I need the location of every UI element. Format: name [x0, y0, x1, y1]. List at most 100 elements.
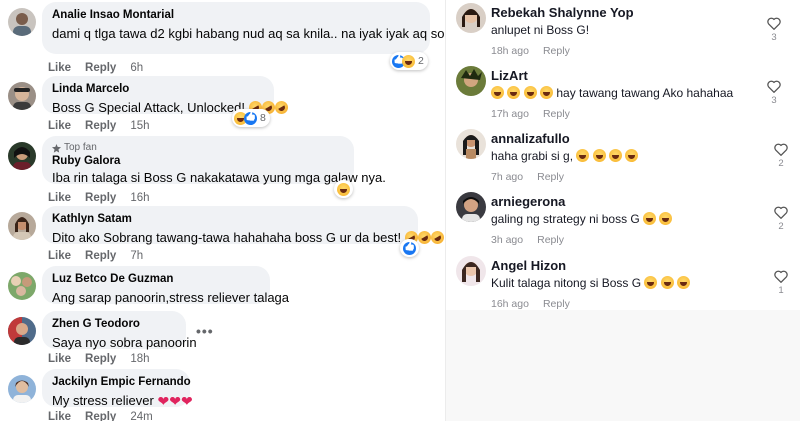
avatar[interactable]	[8, 212, 36, 240]
like-count: 2	[778, 221, 784, 232]
like-button[interactable]: Like	[48, 410, 71, 421]
haha-emoji	[576, 149, 590, 162]
comment-text: Iba rin talaga si Boss G nakakatawa yung…	[52, 170, 386, 185]
avatar[interactable]	[8, 82, 36, 110]
like-button[interactable]: Like	[48, 61, 71, 75]
reply-button[interactable]: Reply	[543, 108, 570, 120]
tiktok-heart-icon[interactable]	[774, 270, 788, 283]
reply-button[interactable]: Reply	[85, 352, 116, 366]
comment-text: anlupet ni Boss G!	[491, 23, 590, 37]
reaction-count: 8	[260, 112, 266, 124]
reaction-summary[interactable]	[400, 239, 419, 257]
comment-text: Boss G Special Attack, Unlocked!	[52, 100, 245, 115]
avatar[interactable]	[8, 142, 36, 170]
comment-actions: Like Reply 15h	[48, 119, 150, 133]
commenter-name[interactable]: Linda Marcelo	[52, 82, 264, 97]
timestamp[interactable]: 18h	[130, 352, 149, 366]
heart-emoji: ❤	[157, 393, 170, 409]
comment-text: My stress reliever	[52, 393, 154, 408]
like-control[interactable]: 2	[771, 143, 791, 169]
avatar[interactable]	[8, 8, 36, 36]
top-fan-icon	[52, 143, 61, 153]
timestamp[interactable]: 24m	[130, 410, 152, 421]
reply-button[interactable]: Reply	[537, 171, 564, 183]
reaction-summary[interactable]: 8	[232, 109, 270, 127]
avatar[interactable]	[456, 3, 486, 33]
like-count: 3	[771, 95, 777, 106]
avatar[interactable]	[456, 66, 486, 96]
commenter-name[interactable]: LizArt	[491, 68, 528, 83]
comment-bubble: Analie Insao Montarial dami q tlga tawa …	[42, 2, 654, 54]
commenter-name[interactable]: Ruby Galora	[52, 154, 344, 169]
comment-bubble: Luz Betco De Guzman Ang sarap panoorin,s…	[42, 266, 289, 305]
haha-emoji	[491, 86, 504, 99]
haha-emoji	[677, 276, 691, 289]
avatar[interactable]	[456, 256, 486, 286]
timestamp: 16h ago	[491, 298, 529, 310]
more-icon[interactable]: •••	[196, 323, 214, 339]
heart-emoji: ❤	[169, 393, 181, 409]
avatar[interactable]	[8, 317, 36, 345]
top-fan-badge: Top fan	[52, 142, 344, 154]
commenter-name[interactable]: arniegerona	[491, 194, 565, 209]
haha-emoji	[609, 149, 623, 162]
tiktok-heart-icon[interactable]	[767, 80, 781, 93]
comment-text: haha grabi si g,	[491, 149, 574, 163]
reaction-summary[interactable]: 2	[390, 52, 428, 70]
reply-button[interactable]: Reply	[537, 234, 564, 246]
reply-button[interactable]: Reply	[543, 298, 570, 310]
avatar[interactable]	[8, 272, 36, 300]
timestamp[interactable]: 15h	[130, 119, 149, 133]
like-button[interactable]: Like	[48, 191, 71, 205]
haha-emoji	[660, 276, 674, 289]
like-button[interactable]: Like	[48, 119, 71, 133]
like-reaction-icon	[244, 111, 257, 125]
avatar[interactable]	[8, 375, 36, 403]
commenter-name[interactable]: Zhen G Teodoro	[52, 317, 176, 332]
reply-button[interactable]: Reply	[85, 61, 116, 75]
haha-emoji	[625, 149, 639, 162]
commenter-name[interactable]: Kathlyn Satam	[52, 212, 408, 227]
comment-text: Kulit talaga nitong si Boss G	[491, 276, 642, 290]
tiktok-heart-icon[interactable]	[774, 143, 788, 156]
timestamp[interactable]: 7h	[130, 249, 143, 263]
reply-button[interactable]: Reply	[85, 119, 116, 133]
commenter-name[interactable]: annalizafullo	[491, 131, 570, 146]
like-button[interactable]: Like	[48, 249, 71, 263]
reply-button[interactable]: Reply	[85, 191, 116, 205]
like-control[interactable]: 1	[771, 270, 791, 296]
comment-text: Saya nyo sobra panoorin	[52, 335, 197, 350]
timestamp: 3h ago	[491, 234, 524, 246]
like-control[interactable]: 3	[764, 17, 784, 43]
commenter-name[interactable]: Rebekah Shalynne Yop	[491, 5, 634, 20]
commenter-name[interactable]: Luz Betco De Guzman	[52, 272, 260, 287]
tiktok-heart-icon[interactable]	[774, 206, 788, 219]
avatar[interactable]	[456, 192, 486, 222]
timestamp[interactable]: 6h	[130, 61, 143, 75]
commenter-name[interactable]: Jackilyn Empic Fernando	[52, 375, 191, 390]
rofl-emoji	[272, 98, 290, 117]
reply-button[interactable]: Reply	[85, 410, 116, 421]
like-control[interactable]: 3	[764, 80, 784, 106]
haha-emoji	[643, 212, 657, 225]
timestamp[interactable]: 16h	[130, 191, 149, 205]
like-button[interactable]: Like	[48, 352, 71, 366]
haha-emoji	[507, 86, 521, 99]
comment-actions: Like Reply 6h	[48, 61, 143, 75]
reaction-summary[interactable]	[334, 180, 353, 198]
reply-button[interactable]: Reply	[85, 249, 116, 263]
commenter-name[interactable]: Angel Hizon	[491, 258, 566, 273]
tiktok-heart-icon[interactable]	[767, 17, 781, 30]
commenter-name[interactable]: Analie Insao Montarial	[52, 8, 420, 23]
haha-emoji	[644, 276, 658, 289]
reply-button[interactable]: Reply	[543, 45, 570, 57]
comments-list: Rebekah Shalynne Yop anlupet ni Boss G! …	[446, 0, 800, 310]
rofl-emoji	[428, 228, 447, 247]
comment-meta: 16h ago Reply	[491, 298, 570, 310]
comment-text: Dito ako Sobrang tawang-tawa hahahaha bo…	[52, 230, 402, 245]
haha-emoji	[523, 86, 537, 99]
comment-bubble: Zhen G Teodoro Saya nyo sobra panoorin	[42, 311, 197, 350]
avatar[interactable]	[456, 129, 486, 159]
timestamp: 7h ago	[491, 171, 524, 183]
like-control[interactable]: 2	[771, 206, 791, 232]
